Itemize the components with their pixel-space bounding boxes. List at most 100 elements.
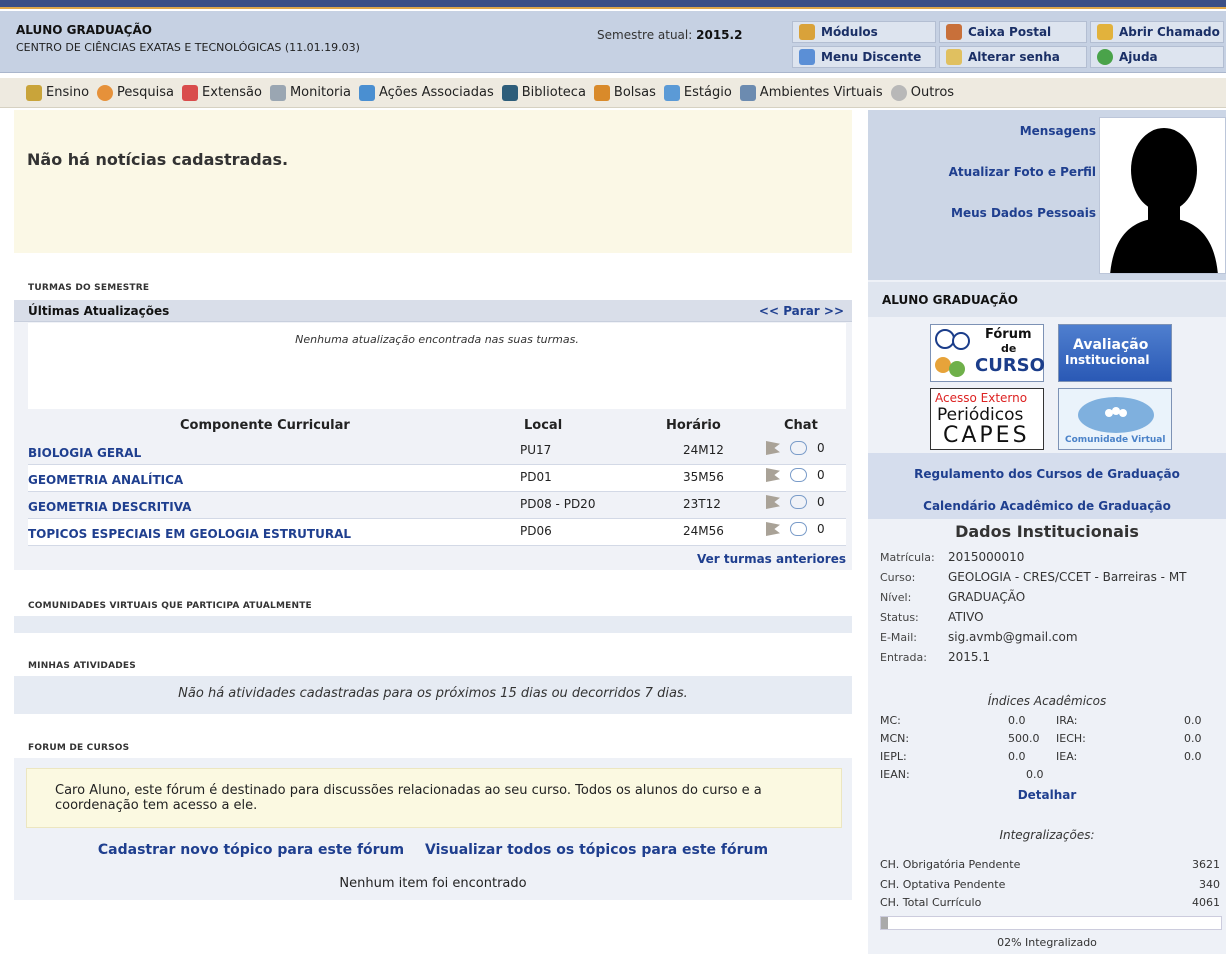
menu-item-acoes-associadas[interactable]: Ações Associadas bbox=[358, 84, 494, 101]
integralizacao-progress bbox=[880, 916, 1222, 930]
integralizacoes-title: Integralizações: bbox=[999, 828, 1095, 842]
indice-key: MC: bbox=[880, 714, 901, 727]
modulos-button[interactable]: Módulos bbox=[792, 21, 936, 43]
menu-icon bbox=[799, 49, 815, 65]
id-card-icon bbox=[663, 84, 680, 101]
integralizacao-row: CH. Obrigatória Pendente 3621 bbox=[868, 858, 1226, 874]
modulos-label: Módulos bbox=[821, 25, 878, 39]
ver-turmas-anteriores-link[interactable]: Ver turmas anteriores bbox=[697, 552, 846, 566]
acesso-externo-text: Acesso Externo bbox=[935, 391, 1028, 405]
chat-bubble-icon[interactable] bbox=[790, 468, 807, 482]
col-componente: Componente Curricular bbox=[180, 418, 350, 433]
dados-value: ATIVO bbox=[948, 610, 984, 624]
forum-icon[interactable] bbox=[766, 495, 780, 509]
forum-panel: Caro Aluno, este fórum é destinado para … bbox=[14, 758, 852, 900]
ajuda-button[interactable]: Ajuda bbox=[1090, 46, 1224, 68]
forum-icon[interactable] bbox=[766, 522, 780, 536]
indices-row: MCN: 500.0 IECH: 0.0 bbox=[868, 732, 1226, 748]
atualizar-foto-link[interactable]: Atualizar Foto e Perfil bbox=[949, 165, 1096, 179]
forum-curso-banner[interactable]: Fórum de CURSO bbox=[930, 324, 1045, 382]
menu-label: Extensão bbox=[202, 85, 262, 100]
updates-stop-link[interactable]: << Parar >> bbox=[759, 304, 844, 318]
menu-item-estagio[interactable]: Estágio bbox=[663, 84, 732, 101]
table-row: GEOMETRIA DESCRITIVA PD08 - PD20 23T12 0 bbox=[28, 492, 846, 519]
role-label: ALUNO GRADUAÇÃO bbox=[868, 282, 1226, 317]
chat-cell: 0 bbox=[766, 495, 825, 509]
forum-icon[interactable] bbox=[766, 441, 780, 455]
dados-key: Entrada: bbox=[880, 651, 927, 664]
dados-value: sig.avmb@gmail.com bbox=[948, 630, 1078, 644]
turma-name-link[interactable]: TOPICOS ESPECIAIS EM GEOLOGIA ESTRUTURAL bbox=[28, 527, 351, 541]
menu-discente-button[interactable]: Menu Discente bbox=[792, 46, 936, 68]
col-horario: Horário bbox=[666, 418, 721, 433]
mensagens-link[interactable]: Mensagens bbox=[1020, 124, 1096, 138]
atividades-section-title: Minhas atividades bbox=[28, 661, 136, 671]
current-semester: Semestre atual: 2015.2 bbox=[597, 28, 742, 42]
dados-key: Status: bbox=[880, 611, 919, 624]
avaliacao-institucional-banner[interactable]: Avaliação Institucional bbox=[1058, 324, 1172, 382]
dados-pessoais-link[interactable]: Meus Dados Pessoais bbox=[951, 206, 1096, 220]
menu-item-biblioteca[interactable]: Biblioteca bbox=[501, 84, 586, 101]
turma-name-link[interactable]: GEOMETRIA ANALÍTICA bbox=[28, 473, 183, 487]
news-panel: Não há notícias cadastradas. bbox=[14, 110, 852, 253]
calendario-link[interactable]: Calendário Acadêmico de Graduação bbox=[868, 499, 1226, 513]
integ-value: 3621 bbox=[1192, 858, 1220, 871]
menu-item-bolsas[interactable]: Bolsas bbox=[593, 84, 656, 101]
indices-row: IEAN: 0.0 bbox=[868, 768, 1226, 784]
menu-item-outros[interactable]: Outros bbox=[890, 84, 954, 101]
graduation-links: Regulamento dos Cursos de Graduação Cale… bbox=[868, 453, 1226, 519]
menu-item-monitoria[interactable]: Monitoria bbox=[269, 84, 351, 101]
turmas-panel: Últimas Atualizações << Parar >> Nenhuma… bbox=[14, 300, 852, 570]
atividades-empty-text: Não há atividades cadastradas para os pr… bbox=[178, 686, 688, 701]
turma-local: PD01 bbox=[520, 470, 552, 484]
chat-bubble-icon[interactable] bbox=[790, 495, 807, 509]
view-all-topics-link[interactable]: Visualizar todos os tópicos para este fó… bbox=[425, 842, 768, 858]
news-empty-text: Não há notícias cadastradas. bbox=[27, 150, 289, 169]
people-icon bbox=[358, 84, 375, 101]
menu-item-ensino[interactable]: Ensino bbox=[26, 84, 89, 101]
menu-label: Ações Associadas bbox=[378, 85, 494, 100]
capes-banner[interactable]: Acesso Externo Periódicos CAPES bbox=[930, 388, 1044, 450]
table-row: BIOLOGIA GERAL PU17 24M12 0 bbox=[28, 438, 846, 465]
caixa-postal-button[interactable]: Caixa Postal bbox=[939, 21, 1087, 43]
integralizacao-row: CH. Total Currículo 4061 bbox=[868, 896, 1226, 912]
indice-key: IRA: bbox=[1056, 714, 1078, 727]
new-topic-link[interactable]: Cadastrar novo tópico para este fórum bbox=[98, 842, 404, 858]
forum-word: Fórum bbox=[985, 327, 1032, 342]
turma-name-link[interactable]: GEOMETRIA DESCRITIVA bbox=[28, 500, 191, 514]
turma-horario: 24M12 bbox=[683, 443, 724, 457]
alterar-senha-button[interactable]: Alterar senha bbox=[939, 46, 1087, 68]
abrir-chamado-button[interactable]: Abrir Chamado bbox=[1090, 21, 1224, 43]
turma-horario: 23T12 bbox=[683, 497, 721, 511]
regulamento-link[interactable]: Regulamento dos Cursos de Graduação bbox=[868, 467, 1226, 481]
turma-name-link[interactable]: BIOLOGIA GERAL bbox=[28, 446, 141, 460]
dados-key: Curso: bbox=[880, 571, 916, 584]
de-word: de bbox=[1001, 342, 1017, 355]
integ-value: 340 bbox=[1199, 878, 1220, 891]
menu-item-ambientes-virtuais[interactable]: Ambientes Virtuais bbox=[739, 84, 883, 101]
indice-value: 0.0 bbox=[1184, 750, 1202, 763]
table-row: GEOMETRIA ANALÍTICA PD01 35M56 0 bbox=[28, 465, 846, 492]
profile-panel: Mensagens Atualizar Foto e Perfil Meus D… bbox=[868, 110, 1226, 280]
detalhar-link[interactable]: Detalhar bbox=[868, 788, 1226, 802]
forum-icon[interactable] bbox=[766, 468, 780, 482]
comunidade-virtual-banner[interactable]: Comunidade Virtual bbox=[1058, 388, 1172, 450]
menu-item-extensao[interactable]: Extensão bbox=[182, 84, 262, 101]
institucional-word: Institucional bbox=[1065, 353, 1150, 367]
semester-value: 2015.2 bbox=[696, 28, 743, 42]
help-icon bbox=[1097, 49, 1113, 65]
group-icon bbox=[739, 84, 756, 101]
person-icon bbox=[269, 84, 286, 101]
indice-value: 0.0 bbox=[1026, 768, 1044, 781]
semester-label: Semestre atual: bbox=[597, 28, 693, 42]
dados-key: Nível: bbox=[880, 591, 912, 604]
center-name: CENTRO DE CIÊNCIAS EXATAS E TECNOLÓGICAS… bbox=[16, 41, 360, 54]
chat-bubble-icon[interactable] bbox=[790, 441, 807, 455]
menu-item-pesquisa[interactable]: Pesquisa bbox=[97, 84, 174, 101]
turma-horario: 35M56 bbox=[683, 470, 724, 484]
avatar[interactable] bbox=[1099, 117, 1226, 274]
chat-bubble-icon[interactable] bbox=[790, 522, 807, 536]
chat-count: 0 bbox=[817, 495, 825, 509]
integralizacao-row: CH. Optativa Pendente 340 bbox=[868, 878, 1226, 894]
chat-count: 0 bbox=[817, 468, 825, 482]
